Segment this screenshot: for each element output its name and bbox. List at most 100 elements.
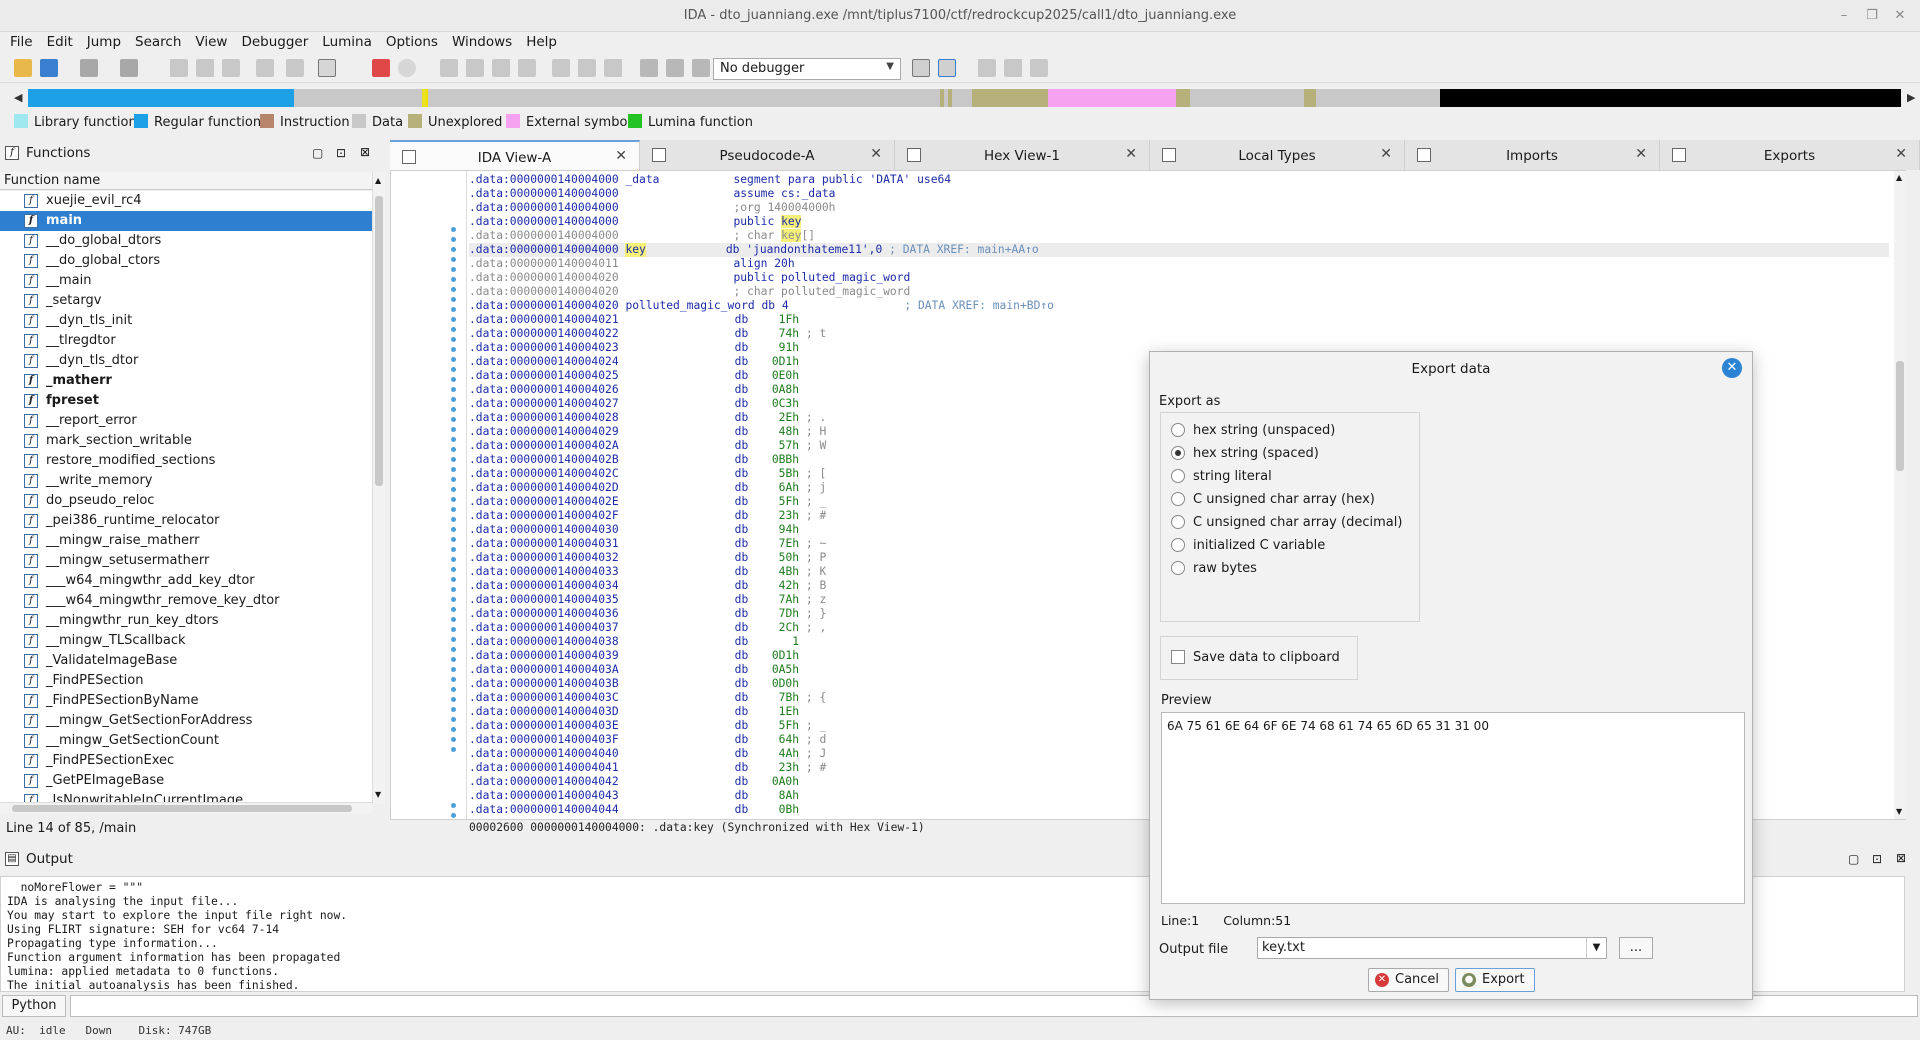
enum-icon[interactable]: [518, 59, 536, 77]
menu-view[interactable]: View: [188, 32, 234, 50]
function-row[interactable]: f _pei386_runtime_relocator: [0, 511, 372, 531]
stop-icon[interactable]: [692, 59, 710, 77]
disasm-line[interactable]: .data:0000000140004000 public key: [469, 215, 1889, 229]
search-icon[interactable]: [256, 59, 274, 77]
function-row[interactable]: f _FindPESection: [0, 671, 372, 691]
indent-icon[interactable]: [1004, 59, 1022, 77]
float-panel-icon[interactable]: ⊡: [1872, 852, 1882, 866]
highlighted-identifier[interactable]: key: [781, 229, 802, 242]
function-row[interactable]: f __mingw_TLScallback: [0, 631, 372, 651]
chevron-down-icon[interactable]: ▼: [1586, 938, 1606, 958]
function-row[interactable]: f __mingw_GetSectionCount: [0, 731, 372, 751]
run-icon[interactable]: [640, 59, 658, 77]
disasm-line[interactable]: .data:0000000140004011 align 20h: [469, 257, 1889, 271]
menu-help[interactable]: Help: [519, 32, 564, 50]
function-row[interactable]: f __write_memory: [0, 471, 372, 491]
forward-icon[interactable]: [120, 59, 138, 77]
nav-left-icon[interactable]: ◀: [14, 91, 22, 104]
menu-lumina[interactable]: Lumina: [315, 32, 379, 50]
disasm-line[interactable]: .data:0000000140004022 db 74h ; t: [469, 327, 1889, 341]
save-icon[interactable]: [40, 59, 58, 77]
text-tool-icon[interactable]: [318, 59, 336, 77]
function-row[interactable]: f __tlregdtor: [0, 331, 372, 351]
jump-icon[interactable]: [286, 59, 304, 77]
radio-button[interactable]: [1171, 515, 1185, 529]
menu-edit[interactable]: Edit: [40, 32, 80, 50]
radio-button[interactable]: [1171, 492, 1185, 506]
checkbox-box[interactable]: [1171, 650, 1185, 664]
output-file-input[interactable]: key.txt: [1257, 937, 1607, 959]
function-row[interactable]: f __main: [0, 271, 372, 291]
c-active-icon[interactable]: [938, 59, 956, 77]
python-language-button[interactable]: Python: [2, 995, 66, 1017]
tab-exports[interactable]: Exports ✕: [1660, 140, 1920, 170]
disasm-line[interactable]: .data:0000000140004020 public polluted_m…: [469, 271, 1889, 285]
function-row[interactable]: f __do_global_dtors: [0, 231, 372, 251]
functions-horizontal-scrollbar[interactable]: [0, 802, 372, 814]
menu-search[interactable]: Search: [128, 32, 188, 50]
close-tab-icon[interactable]: ✕: [1635, 146, 1647, 162]
close-icon[interactable]: ✕: [1722, 358, 1742, 378]
function-row[interactable]: f _FindPESectionExec: [0, 751, 372, 771]
restore-panel-icon[interactable]: ▢: [312, 146, 323, 160]
back-icon[interactable]: [80, 59, 98, 77]
disasm-line[interactable]: .data:0000000140004000 key db 'juandontha…: [469, 243, 1889, 257]
disasm-line[interactable]: .data:0000000140004021 db 1Fh: [469, 313, 1889, 327]
export-option-5[interactable]: initialized C variable: [1171, 538, 1325, 553]
disasm-line[interactable]: .data:0000000140004000 _data segment para…: [469, 173, 1889, 187]
disassembly-scrollbar[interactable]: ▲ ▼: [1894, 171, 1906, 819]
maximize-icon[interactable]: ❐: [1862, 6, 1882, 26]
browse-button[interactable]: ...: [1619, 937, 1653, 959]
hex-icon[interactable]: [222, 59, 240, 77]
export-option-6[interactable]: raw bytes: [1171, 561, 1257, 576]
patch-icon[interactable]: [578, 59, 596, 77]
text-view-icon[interactable]: [196, 59, 214, 77]
disasm-line[interactable]: .data:0000000140004020 polluted_magic_wo…: [469, 299, 1889, 313]
functions-vertical-scrollbar[interactable]: ▲ ▼: [372, 172, 385, 804]
c-icon[interactable]: [912, 59, 930, 77]
close-window-icon[interactable]: ✕: [1890, 6, 1910, 26]
close-panel-icon[interactable]: ⊠: [1896, 851, 1906, 865]
tab-imports[interactable]: Imports ✕: [1405, 140, 1660, 170]
export-option-0[interactable]: hex string (unspaced): [1171, 423, 1335, 438]
function-row[interactable]: f __do_global_ctors: [0, 251, 372, 271]
disasm-line[interactable]: .data:0000000140004000 assume cs:_data: [469, 187, 1889, 201]
pause-icon[interactable]: [666, 59, 684, 77]
menu-file[interactable]: File: [0, 32, 40, 50]
function-name-column-header[interactable]: Function name: [0, 172, 372, 190]
nav-right-icon[interactable]: ▶: [1907, 91, 1915, 104]
function-row[interactable]: f _FindPESectionByName: [0, 691, 372, 711]
close-tab-icon[interactable]: ✕: [1380, 146, 1392, 162]
menu-jump[interactable]: Jump: [80, 32, 128, 50]
open-folder-icon[interactable]: [14, 59, 32, 77]
disasm-line[interactable]: .data:0000000140004020 ; char polluted_m…: [469, 285, 1889, 299]
scroll-up-icon[interactable]: ▲: [1896, 173, 1902, 182]
radio-button[interactable]: [1171, 423, 1185, 437]
radio-button[interactable]: [1171, 469, 1185, 483]
menu-debugger[interactable]: Debugger: [234, 32, 315, 50]
menu-options[interactable]: Options: [379, 32, 445, 50]
highlighted-identifier[interactable]: key: [781, 215, 802, 228]
tab-ida-view-a[interactable]: IDA View-A ✕: [390, 140, 640, 170]
menu-windows[interactable]: Windows: [445, 32, 519, 50]
function-row[interactable]: f __report_error: [0, 411, 372, 431]
restore-panel-icon[interactable]: ▢: [1848, 852, 1859, 866]
struct-icon[interactable]: [492, 59, 510, 77]
cancel-button[interactable]: ✕ Cancel: [1368, 968, 1449, 992]
scroll-thumb[interactable]: [375, 196, 383, 486]
function-row[interactable]: f __mingw_setusermatherr: [0, 551, 372, 571]
function-row[interactable]: f _setargv: [0, 291, 372, 311]
function-row[interactable]: f main: [0, 211, 372, 231]
graph-icon[interactable]: [170, 59, 188, 77]
hscroll-thumb[interactable]: [12, 805, 352, 812]
export-option-1[interactable]: hex string (spaced): [1171, 446, 1319, 461]
close-tab-icon[interactable]: ✕: [615, 148, 627, 164]
function-row[interactable]: f xuejie_evil_rc4: [0, 191, 372, 211]
export-option-2[interactable]: string literal: [1171, 469, 1272, 484]
tab-local-types[interactable]: Local Types ✕: [1150, 140, 1405, 170]
preview-text[interactable]: 6A 75 61 6E 64 6F 6E 74 68 61 74 65 6D 6…: [1161, 712, 1745, 904]
layout-icon[interactable]: [978, 59, 996, 77]
tab-pseudocode-a[interactable]: Pseudocode-A ✕: [640, 140, 895, 170]
function-row[interactable]: f fpreset: [0, 391, 372, 411]
radio-button[interactable]: [1171, 446, 1185, 460]
